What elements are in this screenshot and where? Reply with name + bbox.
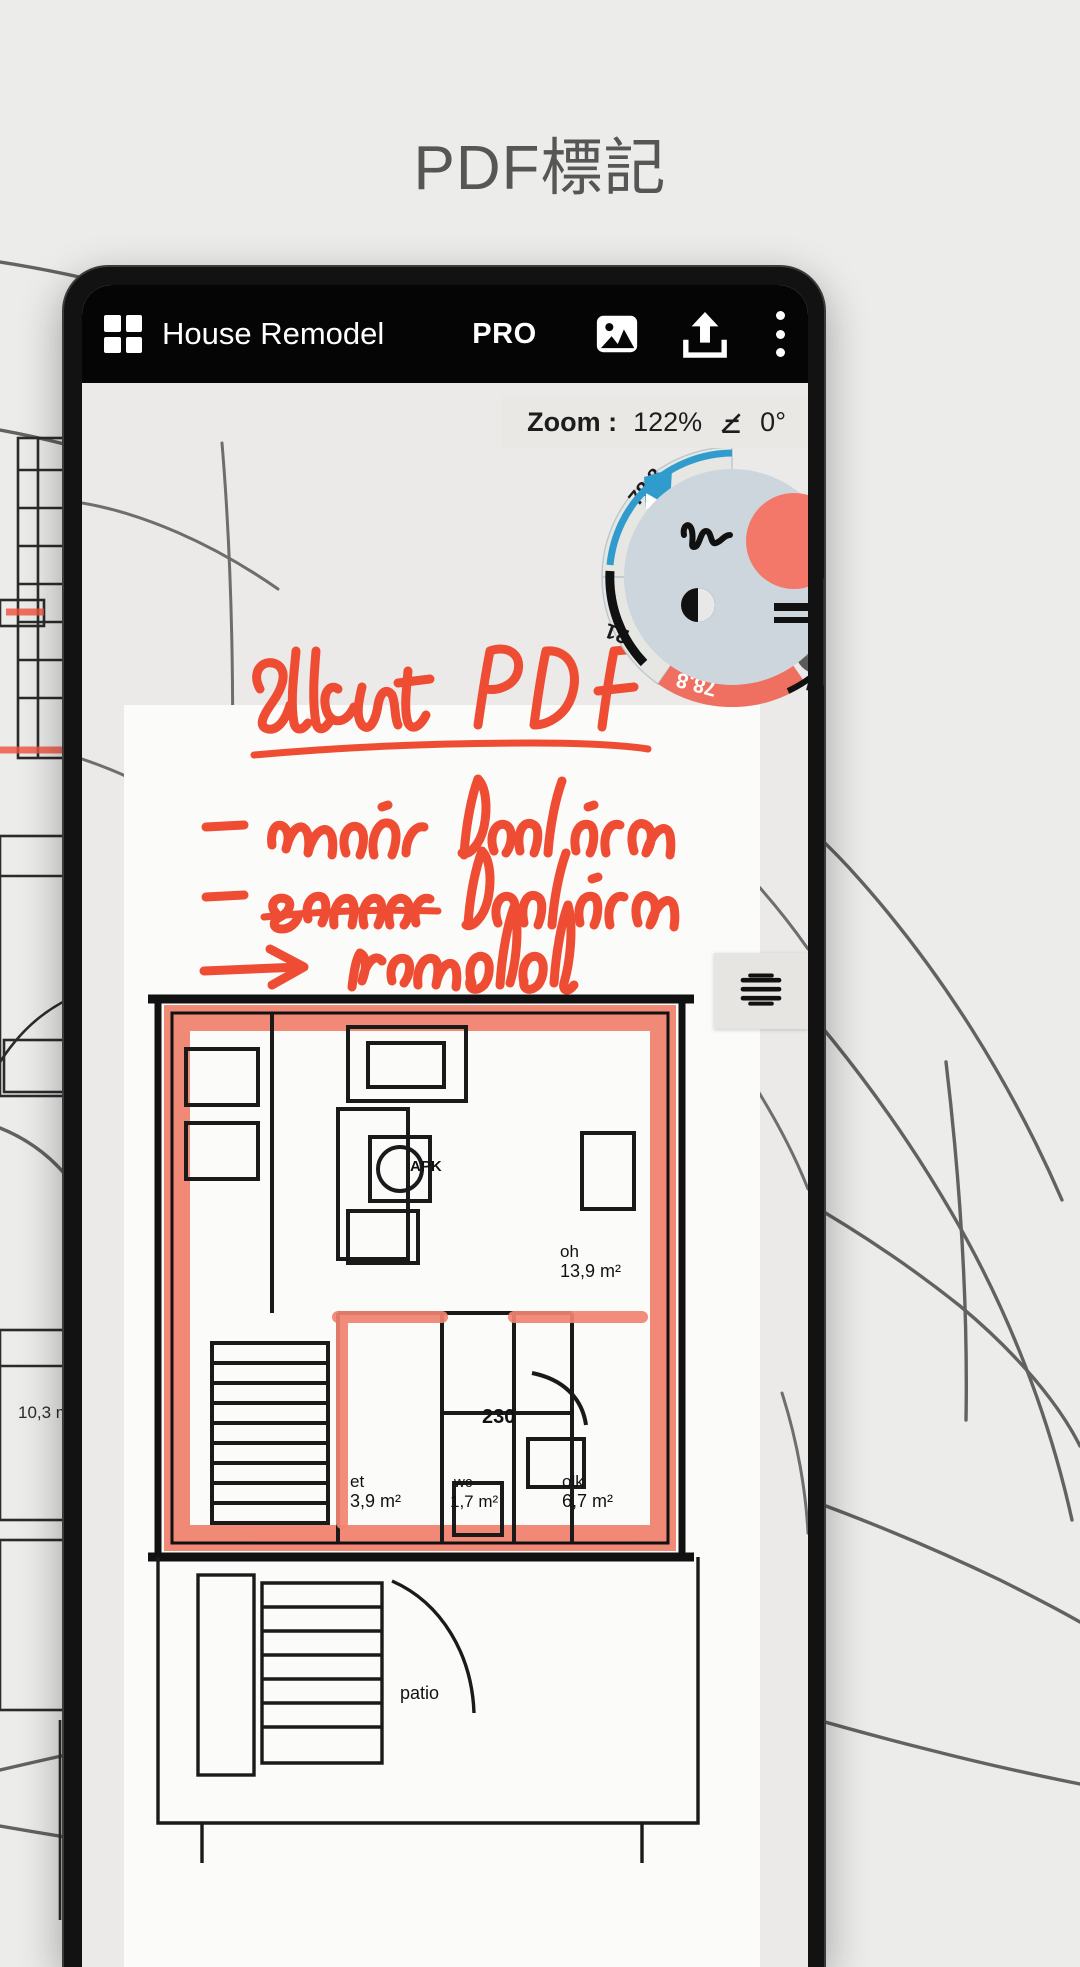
- room-label-et-name: et: [350, 1472, 364, 1491]
- page-title: PDF標記: [413, 134, 667, 203]
- image-icon[interactable]: [594, 311, 640, 357]
- zoom-label: Zoom :: [527, 407, 618, 437]
- patio-label: patio: [400, 1683, 439, 1703]
- upload-icon-svg: [683, 311, 727, 358]
- document-title: House Remodel: [162, 316, 385, 351]
- app-toolbar: House Remodel PRO: [82, 285, 808, 383]
- room-label-wc-name: wc: [453, 1474, 473, 1491]
- zoom-value: 122%: [633, 407, 703, 437]
- angle-icon: [718, 410, 744, 436]
- opacity-half-circle-icon[interactable]: [681, 588, 715, 622]
- pro-badge[interactable]: PRO: [472, 318, 536, 351]
- radial-tool-wheel[interactable]: 78.8 21 78.8 8.4: [582, 447, 808, 707]
- grid-menu-icon[interactable]: [104, 315, 142, 353]
- room-label-et-area: 3,9 m²: [350, 1491, 401, 1511]
- upload-icon[interactable]: [682, 309, 728, 359]
- room-label-olk-name: olk: [562, 1472, 584, 1491]
- floorplan-drawing: oh 13,9 m² et 3,9 m² wc 1,7 m² olk 6,7 m…: [148, 994, 700, 1863]
- appliance-tag: APK: [410, 1158, 442, 1175]
- angle-value: 0°: [760, 407, 786, 437]
- room-label-oh-name: oh: [560, 1242, 579, 1261]
- phone-mockup: House Remodel PRO oh 13,9 m² et 3,9 m² w…: [62, 265, 826, 1967]
- room-label-olk-area: 6,7 m²: [562, 1491, 613, 1511]
- document-canvas[interactable]: oh 13,9 m² et 3,9 m² wc 1,7 m² olk 6,7 m…: [82, 383, 808, 1967]
- overflow-menu-icon[interactable]: [774, 311, 786, 357]
- zoom-status-bar[interactable]: Zoom : 122% 0°: [501, 397, 808, 448]
- phone-power-button: [823, 577, 824, 687]
- angle-icon-svg: [721, 412, 741, 433]
- layers-stack-icon: [740, 973, 782, 1006]
- door-tag: 230: [482, 1406, 515, 1428]
- image-icon-svg: [596, 315, 638, 353]
- phone-screen: House Remodel PRO oh 13,9 m² et 3,9 m² w…: [82, 285, 808, 1967]
- layers-button[interactable]: [714, 953, 808, 1029]
- room-label-oh-area: 13,9 m²: [560, 1261, 621, 1281]
- room-label-wc-area: 1,7 m²: [450, 1492, 499, 1511]
